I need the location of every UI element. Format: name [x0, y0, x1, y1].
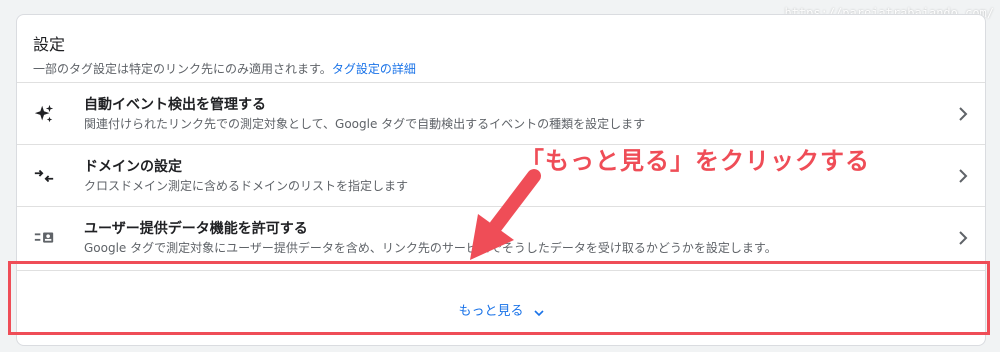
row-label: 自動イベント検出を管理する: [84, 97, 266, 113]
subtitle-text: 一部のタグ設定は特定のリンク先にのみ適用されます。: [33, 62, 332, 76]
sparkle-icon: [33, 103, 55, 125]
annotation-arrow-icon: [470, 169, 541, 260]
arrows-inward-icon: [33, 165, 55, 187]
chevron-right-icon: [957, 167, 969, 185]
row-description: 関連付けられたリンク先での測定対象として、Google タグで自動検出するイベン…: [84, 117, 646, 131]
settings-header: 設定 一部のタグ設定は特定のリンク先にのみ適用されます。タグ設定の詳細: [33, 35, 969, 77]
chevron-right-icon: [957, 229, 969, 247]
row-description: クロスドメイン測定に含めるドメインのリストを指定します: [84, 179, 409, 193]
show-more-label: もっと見る: [458, 304, 524, 319]
row-label: ドメインの設定: [84, 159, 182, 175]
row-label: ユーザー提供データ機能を許可する: [84, 221, 308, 237]
chevron-right-icon: [957, 105, 969, 123]
row-description: Google タグで測定対象にユーザー提供データを含め、リンク先のサービスでそう…: [84, 241, 777, 255]
show-more-button[interactable]: もっと見る: [17, 270, 985, 345]
annotation-text: 「もっと見る」をクリックする: [520, 147, 870, 175]
section-title: 設定: [33, 35, 66, 54]
section-subtitle: 一部のタグ設定は特定のリンク先にのみ適用されます。タグ設定の詳細: [33, 61, 969, 77]
tag-settings-details-link[interactable]: タグ設定の詳細: [332, 62, 416, 76]
chevron-down-icon: [533, 306, 544, 316]
row-auto-event-detection[interactable]: 自動イベント検出を管理する 関連付けられたリンク先での測定対象として、Googl…: [17, 82, 985, 144]
user-data-icon: [33, 227, 55, 249]
